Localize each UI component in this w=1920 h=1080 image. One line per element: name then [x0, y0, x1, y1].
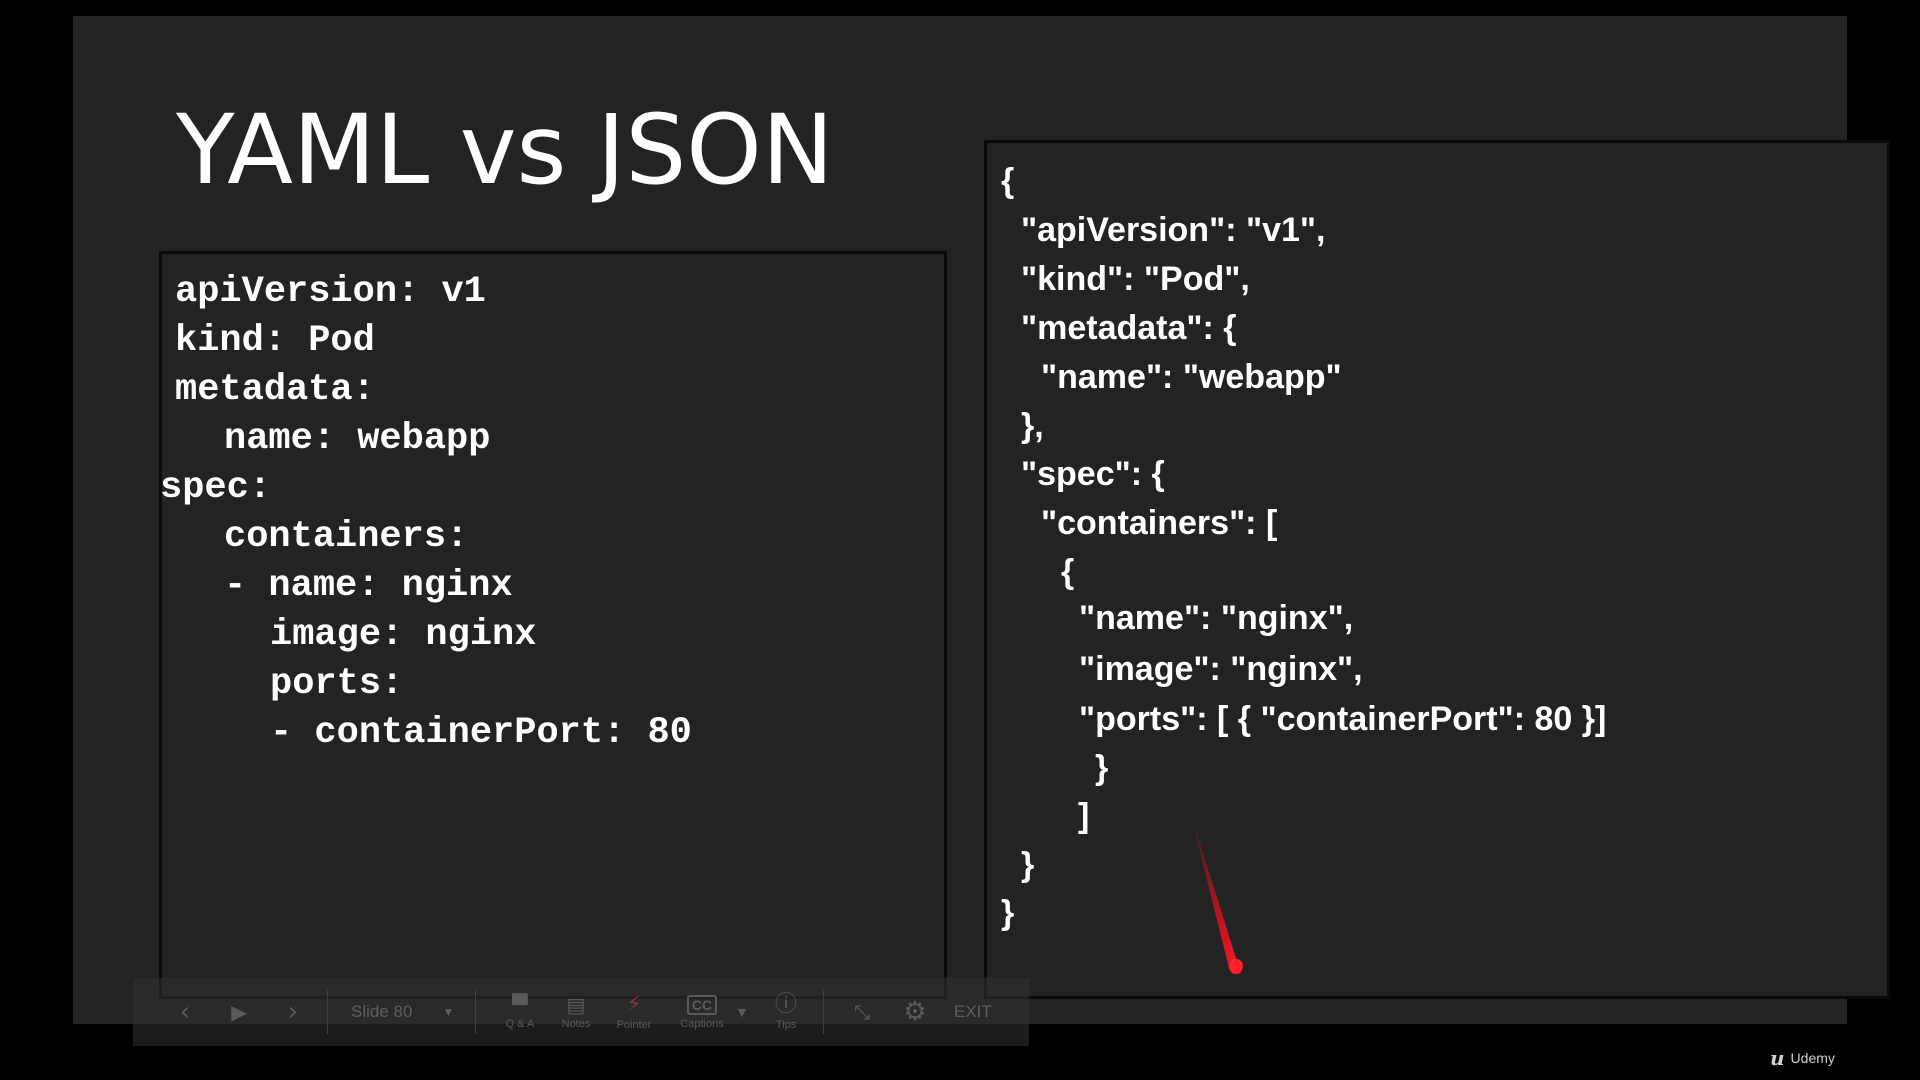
yaml-line: kind: Pod	[175, 320, 375, 362]
yaml-line: containers:	[224, 516, 469, 558]
laser-pointer-dot	[1229, 959, 1243, 973]
toolbar-divider	[327, 990, 328, 1034]
json-line: "name": "nginx",	[1079, 599, 1354, 637]
tips-label: Tips	[775, 1018, 797, 1031]
chevron-down-icon: ▼	[737, 1005, 747, 1019]
json-line: {	[1061, 553, 1075, 591]
settings-button[interactable]: ⚙	[895, 978, 935, 1046]
next-slide-button[interactable]: ›	[281, 978, 305, 1046]
udemy-brand-name: Udemy	[1790, 1050, 1835, 1066]
play-button[interactable]: ▶	[227, 978, 251, 1046]
yaml-line: - containerPort: 80	[270, 712, 692, 754]
tips-button[interactable]: ⓘ Tips	[761, 978, 811, 1046]
slide-canvas: YAML vs JSON apiVersion: v1 kind: Pod me…	[73, 16, 1890, 1024]
notes-icon: ▤	[566, 992, 586, 1017]
captions-button[interactable]: CC Captions	[670, 978, 734, 1046]
yaml-line: - name: nginx	[224, 565, 513, 607]
slide-selector[interactable]: Slide 80 ▼	[351, 978, 454, 1046]
json-line: "ports": [ { "containerPort": 80 }]	[1079, 700, 1607, 738]
notes-label: Notes	[561, 1017, 591, 1030]
pointer-button[interactable]: ⚡ Pointer	[606, 978, 662, 1046]
captions-menu-button[interactable]: ▼	[733, 978, 751, 1046]
chat-icon: ▀	[512, 992, 528, 1017]
slide-selector-label: Slide 80	[351, 1002, 413, 1021]
qa-label: Q & A	[505, 1017, 535, 1030]
chevron-left-icon: ‹	[179, 997, 191, 1027]
previous-slide-button[interactable]: ‹	[173, 978, 197, 1046]
yaml-line: spec:	[160, 467, 272, 509]
lightning-icon: ⚡	[626, 991, 642, 1017]
udemy-logo-icon: u	[1770, 1046, 1785, 1070]
gear-icon: ⚙	[903, 997, 927, 1027]
json-line: }	[1095, 749, 1109, 787]
json-line: "metadata": {	[1021, 309, 1237, 347]
json-line: ]	[1078, 797, 1090, 835]
json-line: "containers": [	[1041, 504, 1278, 542]
yaml-line: image: nginx	[270, 614, 537, 656]
captions-label: Captions	[680, 1017, 724, 1030]
yaml-line: name: webapp	[224, 418, 491, 460]
json-line: "spec": {	[1021, 455, 1165, 493]
info-icon: ⓘ	[774, 991, 797, 1017]
notes-button[interactable]: ▤ Notes	[551, 978, 601, 1046]
json-line: }	[1001, 894, 1015, 932]
qa-button[interactable]: ▀ Q & A	[495, 978, 545, 1046]
yaml-code-box: apiVersion: v1 kind: Pod metadata: name:…	[159, 251, 947, 999]
json-line: "apiVersion": "v1",	[1021, 211, 1326, 249]
presentation-control-bar: ‹ ▶ › Slide 80 ▼ ▀ Q & A ▤ Notes ⚡ Point…	[133, 978, 1029, 1046]
json-line: "image": "nginx",	[1079, 650, 1363, 688]
toolbar-divider	[475, 990, 476, 1034]
collapse-icon: ⤡	[854, 1000, 870, 1024]
json-line: },	[1021, 407, 1044, 445]
toolbar-divider	[823, 990, 824, 1034]
yaml-line: ports:	[270, 663, 404, 705]
exit-fullscreen-button[interactable]: ⤡	[842, 978, 882, 1046]
exit-button[interactable]: EXIT	[954, 978, 992, 1046]
captions-icon: CC	[686, 994, 718, 1015]
slide-title: YAML vs JSON	[176, 94, 834, 206]
laser-pointer-stroke	[1190, 812, 1242, 975]
yaml-line: apiVersion: v1	[175, 271, 486, 313]
udemy-watermark: u Udemy	[1770, 1046, 1835, 1070]
json-code-box: { "apiVersion": "v1", "kind": "Pod", "me…	[984, 140, 1890, 999]
play-icon: ▶	[231, 1000, 247, 1024]
yaml-line: metadata:	[175, 369, 375, 411]
chevron-down-icon: ▼	[442, 1005, 455, 1019]
json-line: {	[1001, 162, 1015, 200]
laser-pointer-trail	[1190, 812, 1243, 975]
json-line: "name": "webapp"	[1041, 358, 1342, 396]
json-line: }	[1021, 846, 1035, 884]
json-line: "kind": "Pod",	[1021, 260, 1250, 298]
pointer-label: Pointer	[616, 1018, 652, 1031]
chevron-right-icon: ›	[287, 997, 299, 1027]
